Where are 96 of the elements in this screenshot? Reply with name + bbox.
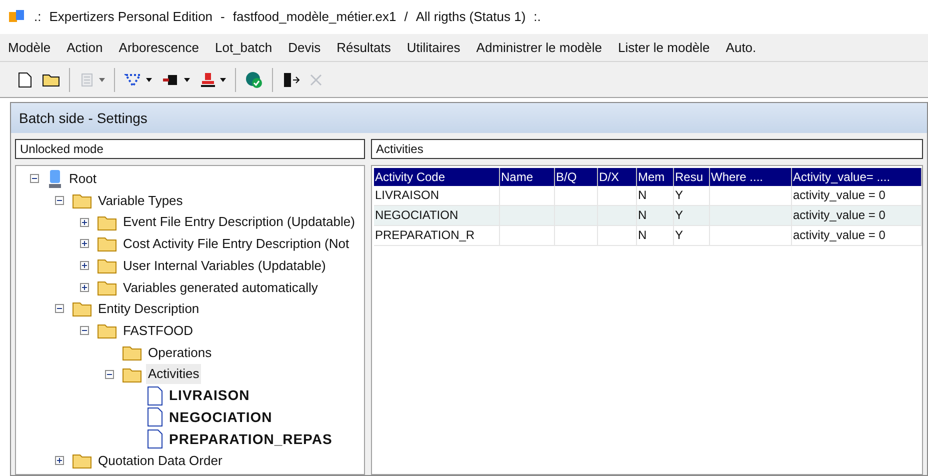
plug-icon	[162, 72, 180, 86]
network-icon	[124, 72, 142, 88]
table-cell: N	[638, 188, 647, 202]
column-header[interactable]: D/X	[598, 168, 637, 186]
tree-item[interactable]: User Internal Variables (Updatable)	[121, 256, 328, 276]
table-cell: Y	[675, 228, 684, 242]
menu-item[interactable]: Arborescence	[110, 38, 207, 58]
table-cell: Y	[675, 188, 684, 202]
list-icon	[79, 72, 95, 88]
window-title: Expertizers Personal Edition	[49, 8, 213, 26]
tree-item[interactable]: Root	[67, 169, 98, 189]
folder-icon	[97, 322, 117, 340]
plus-icon	[81, 218, 88, 226]
collapse-toggle[interactable]	[80, 326, 89, 336]
plus-icon	[81, 240, 88, 248]
folder-icon	[72, 300, 92, 318]
folder-icon	[42, 72, 60, 86]
mode-field[interactable]: Unlocked mode	[15, 139, 365, 159]
tree-item[interactable]: NEGOCIATION	[167, 406, 274, 428]
table-cell: LIVRAISON	[375, 188, 440, 202]
tree-item[interactable]: Event File Entry Description (Updatable)	[121, 212, 357, 232]
window-title: -	[220, 8, 225, 26]
stamp-icon	[200, 72, 216, 88]
window-title: /	[404, 8, 408, 26]
collapse-toggle[interactable]	[105, 370, 114, 379]
window-title: .:	[34, 8, 42, 26]
tree-item[interactable]: Variables generated automatically	[121, 278, 320, 298]
folder-icon	[122, 344, 142, 361]
collapse-toggle[interactable]	[55, 196, 64, 206]
menu-item[interactable]: Résultats	[328, 38, 399, 58]
expand-toggle[interactable]	[80, 261, 89, 270]
window-title: fastfood_modèle_métier.ex1	[232, 8, 396, 26]
tree-item[interactable]: Quotation Data Order	[96, 451, 224, 471]
app-logo-icon	[8, 9, 26, 25]
column-header[interactable]: Activity_value= ....	[792, 168, 922, 186]
table-row[interactable]: LIVRAISON N Y activity_value = 0	[374, 186, 922, 206]
folder-icon	[97, 214, 117, 231]
folder-icon	[97, 235, 117, 252]
section-field[interactable]: Activities	[371, 139, 923, 159]
menu-item[interactable]: Action	[58, 38, 111, 58]
column-header[interactable]: Where ....	[710, 168, 792, 186]
menu-item[interactable]: Utilitaires	[398, 38, 468, 58]
folder-icon	[97, 257, 117, 274]
window-title: :.	[534, 8, 541, 26]
tree-item[interactable]: Variable Types	[96, 190, 185, 210]
table-row[interactable]: PREPARATION_R N Y activity_value = 0	[374, 226, 922, 246]
tree-item[interactable]: LIVRAISON	[167, 385, 252, 406]
menu-item[interactable]: Devis	[280, 38, 329, 58]
menu-item[interactable]: Lister le modèle	[610, 38, 718, 58]
folder-icon	[72, 452, 92, 470]
expand-toggle[interactable]	[55, 456, 64, 466]
expand-toggle[interactable]	[80, 282, 89, 292]
folder-icon	[72, 192, 92, 210]
table-cell: NEGOCIATION	[375, 208, 458, 222]
document-icon	[147, 386, 163, 406]
plus-icon	[81, 284, 88, 291]
expand-toggle[interactable]	[80, 218, 89, 227]
tree-item[interactable]: FASTFOOD	[121, 320, 196, 340]
tree-item[interactable]: Operations	[146, 342, 214, 362]
table-cell: N	[638, 228, 647, 242]
window-title: All rigths (Status 1)	[416, 8, 526, 26]
table-cell: PREPARATION_R	[375, 228, 475, 242]
computer-icon	[47, 168, 63, 189]
table-cell: N	[638, 208, 647, 222]
column-header[interactable]: Name	[500, 168, 555, 186]
menu-item[interactable]: Auto.	[718, 38, 764, 58]
new-document-icon	[18, 72, 32, 88]
tree-item[interactable]: Cost Activity File Entry Description (Not	[121, 234, 352, 254]
menu-item[interactable]: Modèle	[0, 38, 59, 58]
document-icon	[147, 429, 163, 450]
close-icon	[310, 74, 322, 86]
document-icon	[147, 407, 163, 428]
tree-item[interactable]: Entity Description	[96, 299, 202, 319]
plus-icon	[56, 457, 63, 464]
table-cell: activity_value = 0	[793, 208, 886, 222]
database-check-icon	[245, 70, 263, 88]
table-cell: Y	[675, 208, 684, 222]
tree-item[interactable]: PREPARATION_REPAS	[167, 428, 334, 450]
plus-icon	[81, 262, 88, 270]
collapse-toggle[interactable]	[30, 174, 39, 184]
menu-item[interactable]: Lot_batch	[207, 38, 280, 58]
collapse-toggle[interactable]	[55, 304, 64, 314]
column-header[interactable]: B/Q	[555, 168, 598, 186]
table-cell: activity_value = 0	[793, 228, 886, 242]
panel-title: Batch side - Settings	[11, 103, 927, 133]
column-header[interactable]: Mem	[637, 168, 674, 186]
menu-item[interactable]: Administrer le modèle	[468, 38, 610, 58]
expand-toggle[interactable]	[80, 239, 89, 248]
column-header[interactable]: Resu	[674, 168, 710, 186]
tree-item[interactable]: Activities	[146, 364, 202, 384]
door-exit-icon	[282, 72, 300, 88]
folder-icon	[97, 278, 117, 296]
table-row[interactable]: NEGOCIATION N Y activity_value = 0	[374, 206, 922, 226]
folder-icon	[122, 366, 142, 383]
table-cell: activity_value = 0	[793, 188, 886, 202]
column-header[interactable]: Activity Code	[374, 168, 500, 186]
